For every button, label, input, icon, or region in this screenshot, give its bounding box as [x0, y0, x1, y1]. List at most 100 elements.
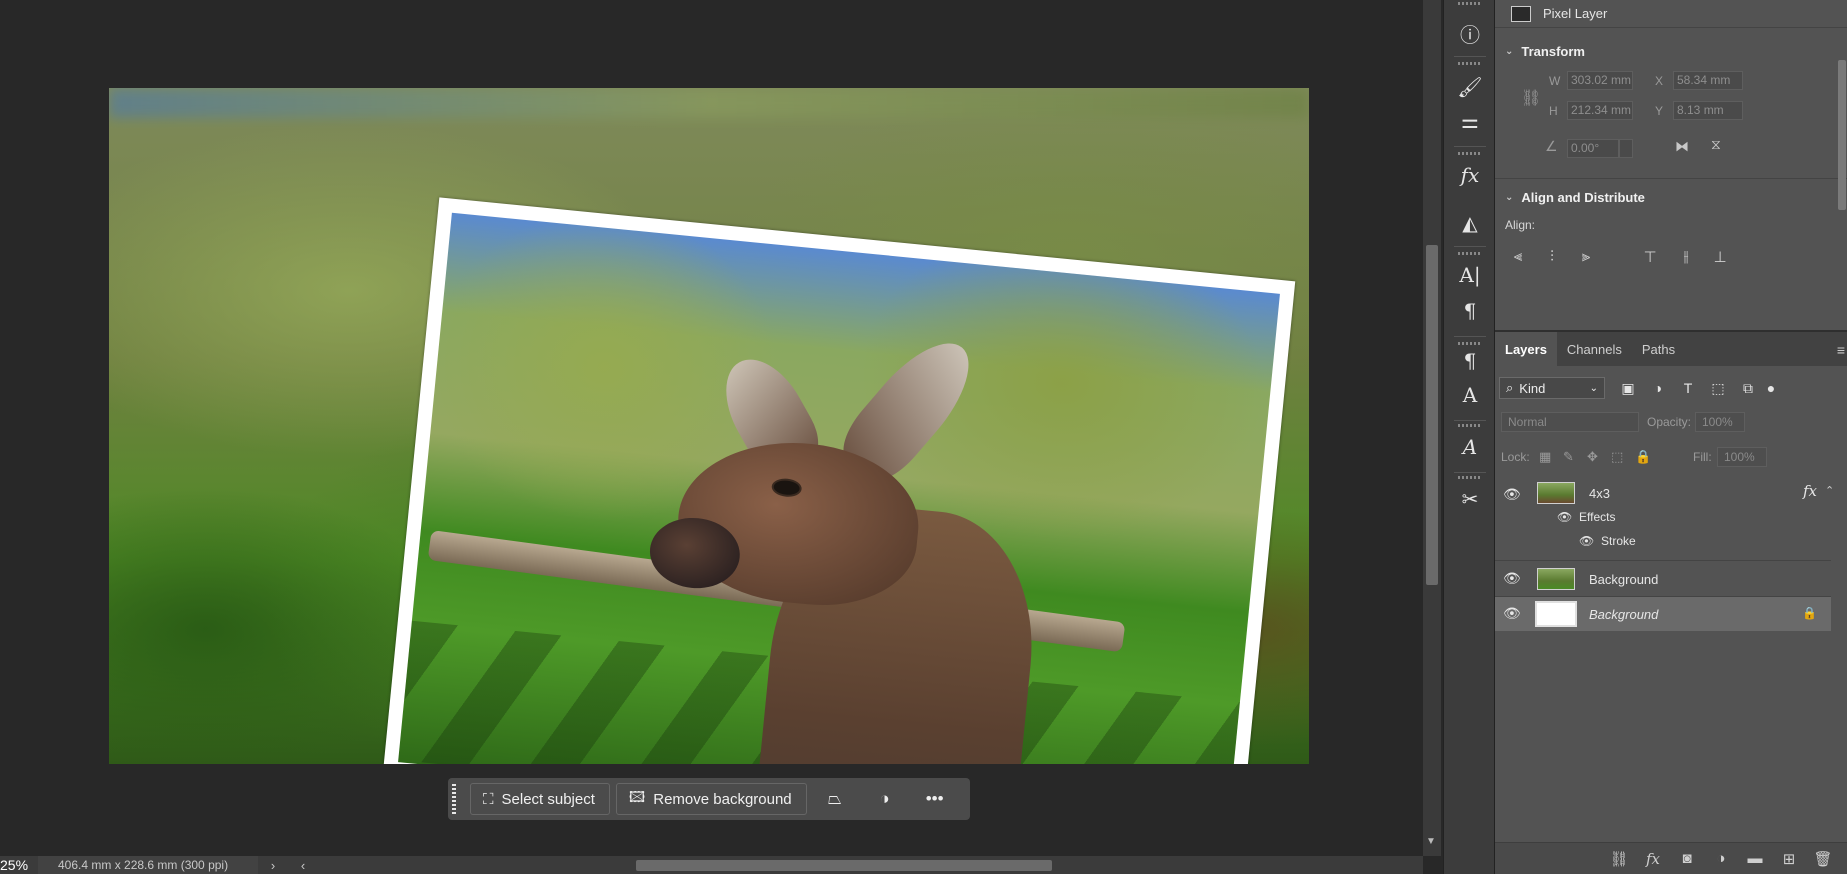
framed-photo-layer[interactable] — [382, 197, 1296, 764]
background-photo — [109, 88, 1309, 118]
strip-grip[interactable] — [1458, 424, 1482, 427]
lock-artboard-icon[interactable]: ⬚ — [1611, 449, 1623, 465]
filter-pixel-icon[interactable]: ▣ — [1613, 380, 1643, 397]
lock-position-icon[interactable]: ✥ — [1587, 449, 1598, 465]
adjustment-icon[interactable]: ◑ — [863, 783, 907, 815]
layer-row-background-locked[interactable]: 👁 Background 🔒 — [1495, 597, 1831, 631]
filter-type-icon[interactable]: T — [1673, 380, 1703, 396]
right-panel-dock: Pixel Layer ⌄ Transform W 303.02 mm X 58… — [1495, 0, 1847, 874]
visibility-eye-icon[interactable]: 👁 — [1503, 486, 1521, 503]
align-vertical-center-icon[interactable]: ⫲ — [1675, 248, 1697, 266]
paragraph-styles-icon[interactable]: ¶ — [1444, 344, 1496, 378]
opacity-field[interactable]: 100% — [1695, 412, 1745, 432]
tool-presets-icon[interactable]: ✂ — [1444, 482, 1496, 516]
character-icon[interactable]: A| — [1444, 258, 1496, 292]
filter-shape-icon[interactable]: ⬚ — [1703, 380, 1733, 397]
filter-smart-object-icon[interactable]: ⧉ — [1733, 380, 1763, 397]
flip-vertical-icon[interactable]: ⧖ — [1711, 136, 1721, 153]
tab-channels[interactable]: Channels — [1557, 332, 1632, 366]
transform-icon[interactable]: ⏢ — [813, 783, 857, 815]
strip-grip[interactable] — [1458, 152, 1482, 155]
scroll-left-icon[interactable]: ‹ — [288, 858, 318, 873]
strip-grip[interactable] — [1458, 252, 1482, 255]
align-bottom-icon[interactable]: ⊥ — [1709, 248, 1731, 266]
x-field[interactable]: 58.34 mm — [1673, 71, 1743, 90]
brush-settings-icon[interactable]: 🖌 — [1444, 70, 1496, 104]
align-horizontal-center-icon[interactable]: ⫶ — [1541, 248, 1563, 266]
strip-grip[interactable] — [1458, 2, 1482, 5]
fill-field[interactable]: 100% — [1717, 447, 1767, 467]
character-styles-icon[interactable]: A — [1444, 378, 1496, 412]
link-icon[interactable]: ⛓ — [1521, 88, 1541, 108]
effects-label: Effects — [1579, 510, 1616, 524]
new-adjustment-icon[interactable]: ◑ — [1711, 850, 1731, 867]
fx-icon[interactable]: fx — [1803, 482, 1817, 500]
tab-paths[interactable]: Paths — [1632, 332, 1685, 366]
tab-layers[interactable]: Layers — [1495, 332, 1557, 366]
filter-toggle-icon[interactable]: ● — [1763, 380, 1779, 396]
transform-section-header[interactable]: ⌄ Transform — [1505, 44, 1585, 59]
more-options-icon[interactable]: ••• — [913, 783, 957, 815]
width-field[interactable]: 303.02 mm — [1567, 71, 1633, 90]
y-field[interactable]: 8.13 mm — [1673, 101, 1743, 120]
glyphs-icon[interactable]: A — [1444, 430, 1496, 464]
align-section-header[interactable]: ⌄ Align and Distribute — [1505, 190, 1645, 205]
effects-visibility-eye-icon[interactable]: 👁 — [1557, 510, 1572, 524]
strip-grip[interactable] — [1458, 62, 1482, 65]
status-menu-arrow-icon[interactable]: › — [258, 858, 288, 873]
delete-layer-trash-icon[interactable]: 🗑 — [1813, 850, 1833, 868]
info-icon[interactable]: ⓘ — [1444, 16, 1496, 50]
angle-dropdown-icon[interactable] — [1619, 139, 1633, 158]
add-mask-icon[interactable]: ◙ — [1677, 850, 1697, 867]
height-field[interactable]: 212.34 mm — [1567, 101, 1633, 120]
layers-footer: ⛓ fx ◙ ◑ ▬ ⊞ 🗑 — [1495, 842, 1847, 874]
canvas-vertical-scroll-thumb[interactable] — [1426, 245, 1438, 585]
strip-grip[interactable] — [1458, 476, 1482, 479]
layers-panel: Layers Channels Paths ≡ ⌕ Kind ⌄ ▣ ◑ T ⬚… — [1495, 330, 1847, 874]
flip-horizontal-icon[interactable]: ⧓ — [1675, 138, 1689, 155]
styles-fx-icon[interactable]: fx — [1444, 158, 1496, 192]
adjustments-icon[interactable]: ⚌ — [1444, 104, 1496, 138]
angle-field[interactable]: 0.00° — [1567, 139, 1619, 158]
scroll-down-icon[interactable]: ▼ — [1426, 836, 1436, 847]
canvas-vertical-scrollbar[interactable]: ▼ — [1423, 0, 1441, 856]
canvas-area[interactable]: ⛶ Select subject 🖾 Remove background ⏢ ◑… — [0, 0, 1423, 856]
visibility-eye-icon[interactable]: 👁 — [1503, 570, 1521, 587]
taskbar-drag-handle[interactable] — [452, 784, 456, 814]
layer-name[interactable]: Background — [1589, 607, 1658, 622]
align-top-icon[interactable]: ⊤ — [1639, 248, 1661, 266]
new-group-folder-icon[interactable]: ▬ — [1745, 850, 1765, 867]
lock-image-icon[interactable]: ✎ — [1563, 449, 1574, 465]
layer-row-4x3[interactable]: 👁 4x3 fx ⌃ 👁 Effects 👁 Stroke — [1495, 478, 1834, 572]
align-right-icon[interactable]: ⫸ — [1575, 248, 1597, 266]
align-left-icon[interactable]: ⫷ — [1507, 248, 1529, 266]
shapes-icon[interactable]: ◭ — [1444, 206, 1496, 240]
zoom-level[interactable]: 25% — [0, 857, 38, 873]
visibility-eye-icon[interactable]: 👁 — [1503, 605, 1521, 622]
document-canvas[interactable] — [109, 88, 1309, 764]
link-layers-icon[interactable]: ⛓ — [1609, 850, 1629, 868]
chevron-down-icon: ⌄ — [1589, 382, 1598, 394]
lock-transparent-icon[interactable]: ▦ — [1539, 449, 1551, 465]
add-style-fx-icon[interactable]: fx — [1643, 850, 1663, 868]
layer-row-background-photo[interactable]: 👁 Background — [1495, 562, 1831, 596]
layer-name[interactable]: Background — [1589, 572, 1658, 587]
kind-filter-select[interactable]: ⌕ Kind ⌄ — [1499, 377, 1605, 399]
properties-scroll-thumb[interactable] — [1838, 60, 1846, 210]
width-label: W — [1549, 74, 1561, 88]
lock-all-icon[interactable]: 🔒 — [1635, 449, 1651, 465]
remove-background-button[interactable]: 🖾 Remove background — [615, 783, 807, 815]
layer-name[interactable]: 4x3 — [1589, 486, 1610, 501]
collapse-effects-icon[interactable]: ⌃ — [1825, 484, 1834, 497]
canvas-horizontal-scroll-thumb[interactable] — [636, 860, 1052, 871]
paragraph-icon[interactable]: ¶ — [1444, 294, 1496, 328]
new-layer-icon[interactable]: ⊞ — [1779, 850, 1799, 868]
select-subject-button[interactable]: ⛶ Select subject — [470, 783, 610, 815]
stroke-visibility-eye-icon[interactable]: 👁 — [1579, 534, 1594, 548]
blend-mode-select[interactable]: Normal — [1501, 412, 1639, 432]
properties-scrollbar[interactable] — [1837, 40, 1847, 290]
filter-adjustment-icon[interactable]: ◑ — [1643, 380, 1673, 396]
stroke-effect-label[interactable]: Stroke — [1601, 534, 1636, 548]
panel-menu-icon[interactable]: ≡ — [1837, 342, 1845, 358]
layer-thumbnail — [1537, 482, 1575, 504]
